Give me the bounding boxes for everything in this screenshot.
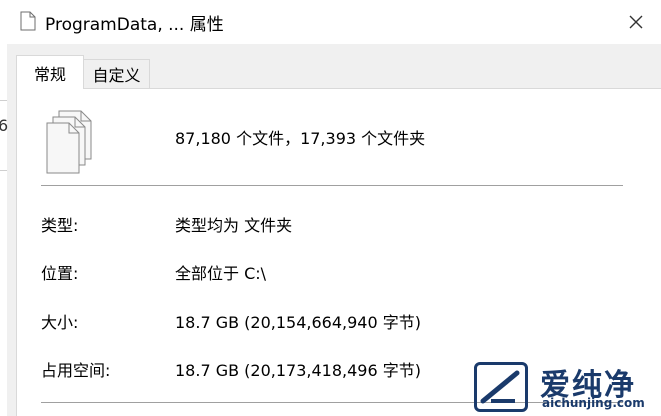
background-text: 6 [0, 116, 9, 135]
background-window-edge: 6 [0, 0, 9, 416]
location-label: 位置: [41, 264, 79, 283]
size-on-disk-label: 占用空间: [41, 361, 111, 380]
tab-label: 自定义 [92, 66, 141, 85]
tab-customize[interactable]: 自定义 [84, 59, 150, 88]
watermark-url: aichunjing.com [542, 396, 645, 410]
background-separator [0, 170, 7, 171]
watermark-logo: 爱纯净 aichunjing.com [474, 358, 661, 416]
size-on-disk-value: 18.7 GB (20,173,418,496 字节) [175, 361, 421, 380]
location-value: 全部位于 C:\ [175, 264, 267, 283]
size-label: 大小: [41, 313, 79, 332]
document-icon [20, 11, 36, 31]
type-label: 类型: [41, 216, 79, 235]
size-value: 18.7 GB (20,154,664,940 字节) [175, 313, 421, 332]
tab-general[interactable]: 常规 [16, 55, 84, 89]
multiple-files-icon [46, 110, 92, 174]
type-value: 类型均为 文件夹 [175, 216, 293, 235]
close-button[interactable] [620, 7, 652, 37]
title-bar: ProgramData, ... 属性 [7, 0, 661, 44]
watermark-logo-mark [474, 362, 528, 412]
file-folder-count: 87,180 个文件，17,393 个文件夹 [175, 129, 426, 148]
background-separator [0, 100, 7, 101]
logo-icon [480, 370, 520, 404]
window-title: ProgramData, ... 属性 [45, 15, 224, 35]
close-icon [629, 15, 643, 29]
tab-label: 常规 [33, 64, 66, 84]
divider [41, 185, 623, 186]
